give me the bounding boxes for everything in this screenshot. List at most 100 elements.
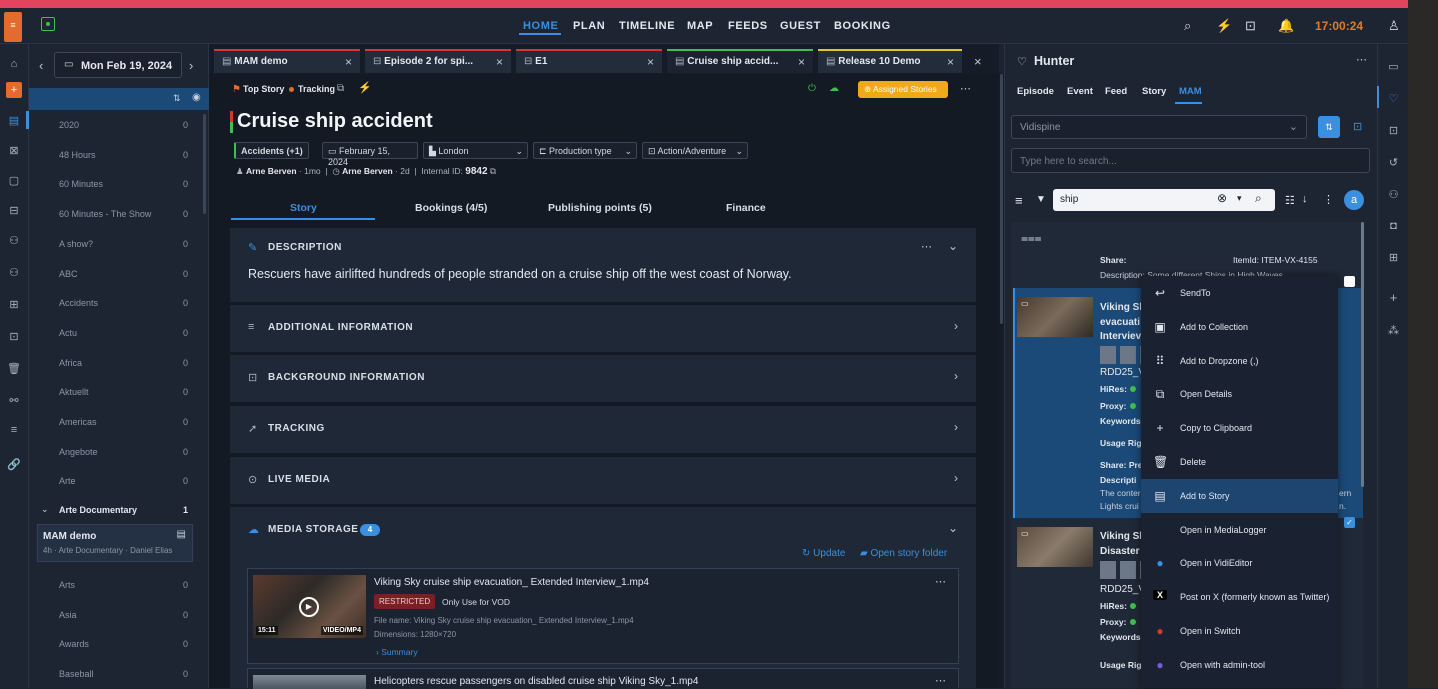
- sidebar-item-label[interactable]: Accidents: [59, 298, 194, 308]
- list-view-icon[interactable]: ☷: [1285, 194, 1295, 207]
- clear-icon[interactable]: ⊗: [1217, 191, 1227, 205]
- add-icon[interactable]: +: [1379, 290, 1408, 305]
- lightning-icon[interactable]: ⚡: [1216, 18, 1232, 34]
- menu-item[interactable]: ● Open in Switch: [1141, 614, 1338, 648]
- location-select[interactable]: ▙ London ⌄: [423, 142, 528, 159]
- result-thumbnail[interactable]: ▭: [1017, 297, 1093, 337]
- sort-icon[interactable]: ⇅: [173, 93, 181, 104]
- media-icon[interactable]: ⊟: [0, 204, 28, 217]
- close-icon[interactable]: ×: [496, 55, 503, 69]
- sidebar-item-label[interactable]: Actu: [59, 328, 194, 338]
- org-icon[interactable]: ⊞: [0, 298, 28, 311]
- filter-toggle-button[interactable]: ⇅: [1318, 116, 1340, 138]
- tab-mam-demo[interactable]: ▤ MAM demo ×: [214, 49, 360, 73]
- more-options-icon[interactable]: ⋯: [935, 674, 946, 687]
- comment-icon[interactable]: ▭: [1379, 60, 1408, 73]
- camera-icon[interactable]: ◘: [1379, 220, 1408, 232]
- tab-story[interactable]: Story: [290, 202, 317, 214]
- tracking-section[interactable]: ➚ TRACKING ›: [230, 406, 976, 453]
- group-chevron-icon[interactable]: ⌄: [41, 504, 49, 515]
- result-title[interactable]: Viking Sl: [1100, 531, 1142, 542]
- hunter-icon[interactable]: ♡: [1379, 92, 1408, 105]
- history-icon[interactable]: ↺: [1379, 156, 1408, 169]
- date-picker[interactable]: ▭ Mon Feb 19, 2024: [54, 52, 182, 78]
- hunter-tab-episode[interactable]: Episode: [1017, 86, 1054, 97]
- trash-icon[interactable]: 🗑: [0, 362, 28, 375]
- hunter-tab-feed[interactable]: Feed: [1105, 86, 1127, 97]
- chevron-down-icon[interactable]: ⌄: [948, 239, 958, 253]
- live-media-section[interactable]: ⊙ LIVE MEDIA ›: [230, 457, 976, 504]
- additional-information-section[interactable]: ≡ ADDITIONAL INFORMATION ›: [230, 305, 976, 352]
- power-icon[interactable]: ⏻: [808, 83, 816, 94]
- sidebar-scrollbar[interactable]: [203, 114, 206, 214]
- copy-icon[interactable]: ⧉: [490, 166, 496, 176]
- tab-episode-2[interactable]: ⊟ Episode 2 for spi... ×: [365, 49, 511, 73]
- profile-card-icon[interactable]: ⊡: [1245, 18, 1256, 34]
- close-icon[interactable]: ×: [798, 55, 805, 69]
- rundown-icon[interactable]: ⊠: [0, 144, 28, 157]
- group-icon[interactable]: ⁂: [1379, 324, 1408, 337]
- lightning-icon[interactable]: ⚡: [358, 81, 372, 94]
- sidebar-item-label[interactable]: 60 Minutes: [59, 179, 194, 189]
- search-icon[interactable]: ⌕: [1255, 191, 1262, 206]
- sidebar-item-label[interactable]: 2020: [59, 120, 194, 130]
- tab-finance[interactable]: Finance: [726, 202, 766, 214]
- background-information-section[interactable]: ⊡ BACKGROUND INFORMATION ›: [230, 355, 976, 402]
- menu-item[interactable]: 🗑 Delete: [1141, 445, 1338, 479]
- menu-item[interactable]: ● Open with admin-tool: [1141, 648, 1338, 682]
- update-button[interactable]: ↻ Update: [802, 548, 845, 559]
- tab-release-10[interactable]: ▤ Release 10 Demo ×: [818, 49, 962, 73]
- app-logo[interactable]: ≡: [4, 12, 22, 42]
- menu-item[interactable]: ▣ Add to Collection: [1141, 310, 1338, 344]
- media-item[interactable]: ▶ 15:11 VIDEO/MP4 Viking Sky cruise ship…: [247, 568, 959, 664]
- video-thumbnail[interactable]: ▶ 15:11 VIDEO/MP4: [253, 575, 366, 638]
- network-icon[interactable]: ⚇: [0, 234, 28, 247]
- bell-icon[interactable]: 🔔: [1278, 18, 1294, 34]
- results-filter-icon[interactable]: ⩶: [1021, 231, 1042, 246]
- results-scrollbar[interactable]: [1361, 222, 1364, 487]
- menu-icon[interactable]: ≡: [1015, 193, 1023, 208]
- nav-guest[interactable]: GUEST: [780, 20, 821, 32]
- chevron-down-icon[interactable]: ⌄: [948, 521, 958, 535]
- calendar-icon[interactable]: ▢: [0, 174, 28, 187]
- sidebar-item-label[interactable]: Angebote: [59, 447, 194, 457]
- close-all-tabs-icon[interactable]: ×: [974, 54, 982, 69]
- hunter-tab-event[interactable]: Event: [1067, 86, 1093, 97]
- more-options-icon[interactable]: ⋯: [960, 82, 971, 95]
- media-title[interactable]: Helicopters rescue passengers on disable…: [374, 676, 698, 687]
- menu-item[interactable]: ⧉ Open Details: [1141, 377, 1338, 411]
- genre-select[interactable]: ⊡ Action/Adventure ⌄: [642, 142, 748, 159]
- close-icon[interactable]: ×: [947, 55, 954, 69]
- dropdown-caret-icon[interactable]: ▾: [1237, 193, 1242, 204]
- assigned-stories-button[interactable]: ⊛ Assigned Stories: [858, 81, 948, 98]
- menu-item[interactable]: Open in MediaLogger: [1141, 513, 1338, 547]
- source-select[interactable]: Vidispine ⌄: [1011, 115, 1307, 139]
- link-icon[interactable]: 🔗: [0, 458, 28, 471]
- hunter-tab-story[interactable]: Story: [1142, 86, 1166, 97]
- tab-publishing-points[interactable]: Publishing points (5): [548, 202, 652, 214]
- more-options-icon[interactable]: ⋯: [935, 575, 946, 588]
- sidebar-item-label[interactable]: Awards: [59, 639, 194, 649]
- summary-toggle[interactable]: › Summary: [376, 647, 418, 657]
- sidebar-item-label[interactable]: Baseball: [59, 669, 194, 679]
- nav-booking[interactable]: BOOKING: [834, 20, 891, 32]
- sidebar-item-label[interactable]: Africa: [59, 358, 194, 368]
- sidebar-item-label[interactable]: Arte: [59, 476, 194, 486]
- hunter-tab-mam[interactable]: MAM: [1179, 86, 1202, 97]
- list-icon[interactable]: ≡: [0, 424, 28, 436]
- page-title[interactable]: Cruise ship accident: [237, 110, 433, 133]
- description-text[interactable]: Rescuers have airlifted hundreds of peop…: [248, 267, 792, 281]
- document-icon[interactable]: ⊡: [0, 330, 28, 343]
- open-story-folder-button[interactable]: ▰ Open story folder: [860, 548, 947, 559]
- menu-item[interactable]: + Copy to Clipboard: [1141, 411, 1338, 445]
- menu-item[interactable]: ▤ Add to Story: [1141, 478, 1338, 513]
- more-options-icon[interactable]: ⋯: [1356, 53, 1367, 66]
- add-icon[interactable]: +: [0, 82, 28, 98]
- close-icon[interactable]: ×: [345, 55, 352, 69]
- nav-feeds[interactable]: FEEDS: [728, 20, 768, 32]
- search-icon[interactable]: ⌕: [1184, 18, 1191, 34]
- menu-item[interactable]: ⠿ Add to Dropzone (,): [1141, 344, 1338, 378]
- sidebar-item-label[interactable]: Arts: [59, 580, 194, 590]
- nav-plan[interactable]: PLAN: [573, 20, 605, 32]
- stories-icon[interactable]: ▤: [0, 114, 28, 127]
